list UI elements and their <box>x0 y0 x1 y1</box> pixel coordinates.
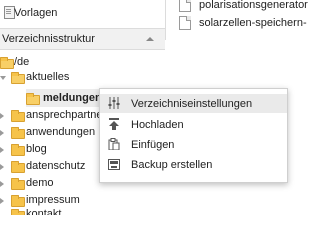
menu-item-label: Backup erstellen <box>131 159 213 171</box>
file-row[interactable]: polarisationsgenerator <box>166 0 308 16</box>
upload-icon <box>108 118 120 130</box>
chevron-right-icon[interactable] <box>0 130 4 136</box>
folder-open-icon <box>11 72 25 84</box>
chevron-right-icon[interactable] <box>0 147 4 153</box>
menu-item-label: Hochladen <box>131 119 184 131</box>
menu-item-directory-settings[interactable]: Verzeichniseinstellungen <box>100 94 287 113</box>
tree-root[interactable]: /de <box>0 55 100 71</box>
chevron-down-icon[interactable] <box>0 76 6 80</box>
chevron-right-icon[interactable] <box>0 198 4 204</box>
tree-item[interactable]: datenschutz <box>0 159 100 175</box>
tree-item[interactable]: aktuelles <box>0 70 100 86</box>
file-icon <box>179 0 191 12</box>
tree-item-selected[interactable]: meldungen <box>26 89 102 107</box>
file-list: polarisationsgenerator solarzellen-speic… <box>165 0 308 40</box>
settings-sliders-icon <box>108 97 120 109</box>
file-name: polarisationsgenerator <box>199 0 308 11</box>
templates-item[interactable]: Vorlagen <box>0 0 165 24</box>
folder-open-icon <box>26 93 40 105</box>
menu-item-backup[interactable]: Backup erstellen <box>100 155 287 174</box>
tree-item-label: kontakt <box>26 208 62 215</box>
tree-item-label: datenschutz <box>26 160 86 172</box>
tree-item[interactable]: demo <box>0 176 100 192</box>
paste-icon <box>108 138 120 151</box>
file-row[interactable]: solarzellen-speichern- <box>166 15 307 33</box>
folder-icon <box>11 195 25 207</box>
templates-label: Vorlagen <box>14 7 58 19</box>
chevron-right-icon[interactable] <box>0 164 4 170</box>
folder-icon <box>11 209 25 215</box>
chevron-right-icon[interactable] <box>0 181 4 187</box>
menu-item-upload[interactable]: Hochladen <box>100 115 287 134</box>
tree-item[interactable]: kontakt <box>0 207 100 215</box>
folder-icon <box>11 178 25 190</box>
folder-open-icon <box>0 57 14 69</box>
tree-item-label: anwendungen <box>26 126 96 138</box>
tree-item[interactable]: ansprechpartner <box>0 108 106 124</box>
folder-icon <box>11 144 25 156</box>
menu-item-paste[interactable]: Einfügen <box>100 135 287 154</box>
tree-item-label: meldungen <box>43 92 102 104</box>
backup-icon <box>108 158 120 170</box>
menu-item-label: Einfügen <box>131 139 175 151</box>
folder-icon <box>11 161 25 173</box>
tree-item[interactable]: anwendungen <box>0 125 100 141</box>
tree-item-label: impressum <box>26 194 80 206</box>
file-icon <box>179 16 191 30</box>
tree-panel-title: Verzeichnisstruktur <box>2 33 95 45</box>
tree-item-label: ansprechpartner <box>26 109 107 121</box>
tree-item-label: demo <box>26 177 54 189</box>
file-name: solarzellen-speichern- <box>199 17 307 29</box>
tree-item[interactable]: blog <box>0 142 100 158</box>
chevron-right-icon[interactable] <box>0 113 4 119</box>
context-menu: Verzeichniseinstellungen Hochladen Einfü… <box>99 88 288 183</box>
folder-icon <box>11 127 25 139</box>
tree-item-label: blog <box>26 143 47 155</box>
tree-panel-header[interactable]: Verzeichnisstruktur <box>0 28 165 50</box>
folder-icon <box>11 110 25 122</box>
collapse-up-icon[interactable] <box>146 37 154 41</box>
menu-item-label: Verzeichniseinstellungen <box>131 98 253 110</box>
tree-root-label: /de <box>14 56 30 68</box>
tree-item-label: aktuelles <box>26 71 70 83</box>
